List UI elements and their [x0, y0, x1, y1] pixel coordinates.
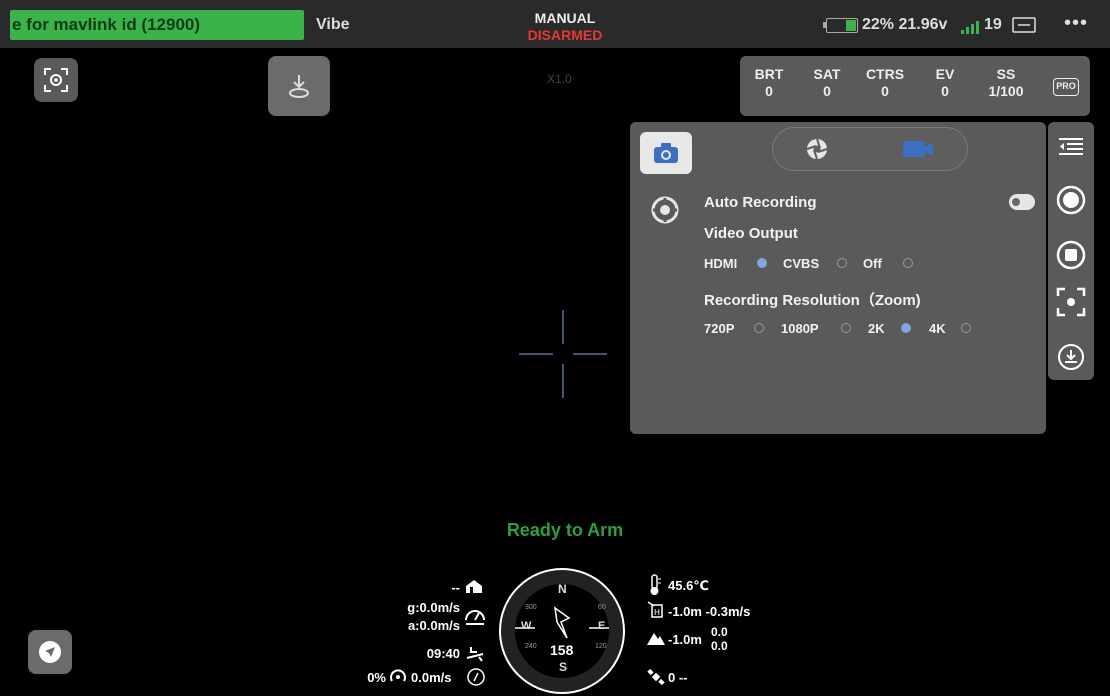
battery-status[interactable]: 22% 21.96v [862, 16, 947, 34]
focus-icon[interactable] [1055, 286, 1087, 318]
option-1080p-label: 1080P [781, 321, 819, 336]
camera-icon [654, 143, 678, 163]
compass-west: W [521, 620, 532, 632]
arm-state[interactable]: DISARMED [500, 27, 630, 43]
signal-icon [961, 21, 979, 34]
download-icon[interactable] [1056, 342, 1086, 372]
option-off-label: Off [863, 256, 882, 271]
radio-1080p[interactable] [841, 323, 851, 333]
temperature: 45.6℃ [668, 578, 710, 593]
terrain-icon [647, 633, 665, 645]
flight-time-icon [466, 647, 484, 662]
video-settings-icon [651, 196, 679, 224]
compass-tick-120: 120 [595, 643, 607, 650]
auto-recording-label: Auto Recording [704, 194, 817, 211]
recording-resolution-label: Recording Resolution（Zoom) [704, 292, 921, 309]
option-720p-label: 720P [704, 321, 735, 336]
status-message[interactable]: e for mavlink id (12900) [10, 10, 304, 40]
setting-value: 0 [765, 83, 773, 99]
crosshair [519, 310, 607, 398]
radio-720p[interactable] [754, 323, 764, 333]
ev-setting[interactable]: EV 0 [930, 66, 960, 100]
satellite-count[interactable]: 19 [984, 16, 1002, 34]
radio-off[interactable] [903, 258, 913, 268]
terrain-value-a: 0.0 [711, 625, 728, 639]
setting-value: 1/100 [988, 83, 1024, 99]
battery-icon [823, 18, 858, 33]
sat-setting[interactable]: SAT 0 [810, 66, 844, 100]
zoom-level: X1.0 [547, 72, 572, 86]
video-camera-icon[interactable] [901, 139, 935, 159]
focus-target-icon [44, 68, 68, 92]
ctrs-setting[interactable]: CTRS 0 [862, 66, 908, 100]
more-menu-icon[interactable]: ••• [1064, 12, 1088, 35]
svg-text:H: H [654, 608, 660, 617]
terrain-value-b: 0.0 [711, 639, 728, 653]
option-2k-label: 2K [868, 321, 885, 336]
land-icon [289, 75, 309, 98]
flight-time: 09:40 [426, 646, 460, 661]
throttle-value: 0% [367, 670, 386, 685]
setting-label: EV [935, 66, 955, 82]
setting-value: 0 [941, 83, 949, 99]
option-hdmi-label: HDMI [704, 256, 738, 271]
ground-speed: g:0.0m/s [407, 600, 460, 615]
compass-south: S [559, 660, 568, 674]
relative-altitude: -1.0m -0.3m/s [668, 604, 751, 619]
gimbal-icon[interactable] [1012, 17, 1036, 33]
gps-status: 0 -- [668, 670, 688, 685]
stop-icon[interactable] [1055, 239, 1087, 271]
radio-2k[interactable] [901, 323, 911, 333]
option-4k-label: 4K [929, 321, 946, 336]
record-icon[interactable] [1055, 184, 1087, 216]
compass-north: N [558, 582, 567, 596]
arm-status-text: Ready to Arm [506, 520, 624, 540]
radio-4k[interactable] [961, 323, 971, 333]
land-button[interactable] [268, 56, 330, 116]
heading-value: 158 [550, 642, 574, 658]
thermometer-icon [650, 574, 661, 595]
vehicle-name[interactable]: Vibe [316, 16, 350, 34]
video-output-label: Video Output [704, 225, 798, 242]
brt-setting[interactable]: BRT 0 [752, 66, 786, 100]
navigation-icon [39, 641, 61, 663]
radio-cvbs[interactable] [837, 258, 847, 268]
setting-label: BRT [754, 66, 784, 82]
gps-satellite-icon [647, 668, 665, 686]
setting-value: 0 [881, 83, 889, 99]
setting-label: SAT [813, 66, 841, 82]
setting-label: SS [996, 66, 1016, 82]
collapse-menu-icon[interactable] [1057, 136, 1085, 158]
wind-speed: 0.0m/s [411, 670, 452, 685]
air-speed: a:0.0m/s [407, 618, 460, 633]
home-icon [466, 580, 482, 593]
setting-value: 0 [823, 83, 831, 99]
pro-mode-badge[interactable]: PRO [1053, 78, 1079, 96]
camera-settings-strip[interactable]: BRT 0 SAT 0 CTRS 0 EV 0 SS 1/100 PRO [740, 56, 1090, 116]
ss-setting[interactable]: SS 1/100 [976, 66, 1036, 100]
wind-icon [390, 669, 406, 682]
compass-tick-240: 240 [525, 643, 537, 650]
compass-tick-300: 300 [525, 604, 537, 611]
terrain-altitude: -1.0m [668, 632, 702, 647]
aperture-icon[interactable] [805, 137, 829, 161]
mode-segment-control[interactable] [772, 127, 968, 171]
option-cvbs-label: CVBS [783, 256, 820, 271]
wind-direction-icon [467, 668, 485, 686]
setting-label: CTRS [865, 66, 905, 82]
compass-east: E [598, 620, 606, 632]
flight-mode[interactable]: MANUAL [500, 10, 630, 26]
guided-goto-button[interactable] [28, 630, 72, 674]
altitude-icon: H [647, 601, 663, 618]
focus-target-button[interactable] [34, 58, 78, 102]
camera-tab[interactable] [640, 132, 692, 174]
home-distance: -- [451, 580, 460, 595]
radio-hdmi[interactable] [757, 258, 767, 268]
speedometer-icon [465, 610, 485, 625]
auto-recording-toggle[interactable] [1009, 194, 1035, 210]
compass-tick-60: 60 [598, 604, 606, 611]
